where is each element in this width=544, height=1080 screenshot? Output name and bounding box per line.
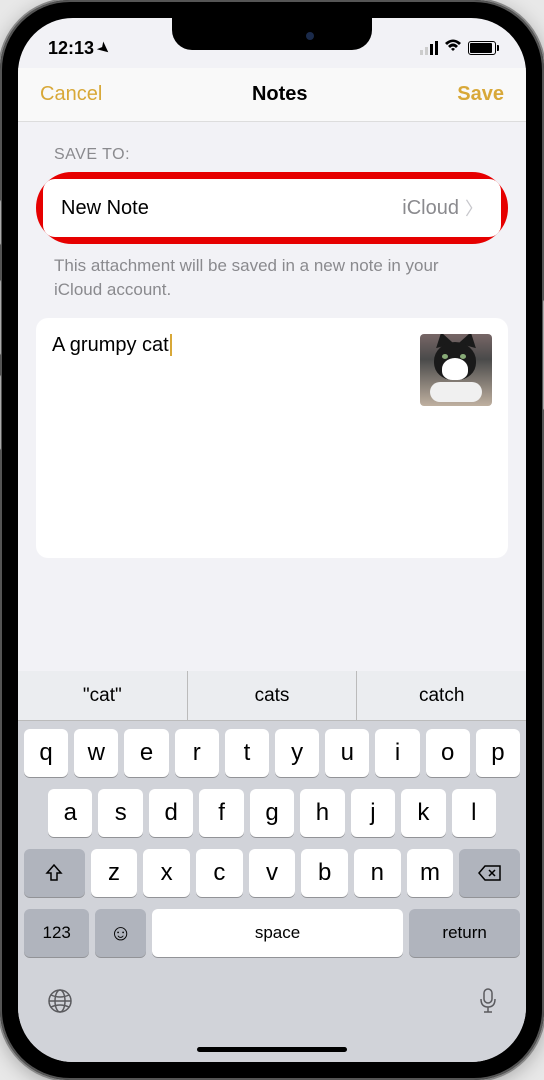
key-h[interactable]: h — [300, 789, 344, 837]
destination-label: iCloud — [402, 197, 459, 220]
screen: 12:13 ➤ Cancel Notes Save SAVE TO: — [18, 18, 526, 1062]
key-z[interactable]: z — [91, 849, 138, 897]
notch — [172, 18, 372, 50]
nav-header: Cancel Notes Save — [18, 68, 526, 122]
phone-frame: 12:13 ➤ Cancel Notes Save SAVE TO: — [0, 0, 544, 1080]
location-icon: ➤ — [94, 38, 114, 59]
key-row-3: z x c v b n m — [24, 849, 520, 897]
key-w[interactable]: w — [74, 729, 118, 777]
key-m[interactable]: m — [407, 849, 454, 897]
key-q[interactable]: q — [24, 729, 68, 777]
text-cursor — [170, 334, 172, 356]
save-to-destination: iCloud 〉 — [402, 195, 483, 221]
note-text-content: A grumpy cat — [52, 334, 169, 356]
key-numeric[interactable]: 123 — [24, 909, 89, 957]
cancel-button[interactable]: Cancel — [40, 83, 102, 106]
wifi-icon — [444, 38, 462, 58]
suggestion-3[interactable]: catch — [357, 671, 526, 720]
status-right — [420, 38, 496, 58]
suggestion-2[interactable]: cats — [188, 671, 358, 720]
key-backspace[interactable] — [459, 849, 520, 897]
highlight-annotation: New Note iCloud 〉 — [36, 172, 508, 244]
key-c[interactable]: c — [196, 849, 243, 897]
suggestion-bar: "cat" cats catch — [18, 671, 526, 721]
save-button[interactable]: Save — [457, 83, 504, 106]
key-n[interactable]: n — [354, 849, 401, 897]
dictation-icon[interactable] — [478, 987, 498, 1022]
key-r[interactable]: r — [175, 729, 219, 777]
key-v[interactable]: v — [249, 849, 296, 897]
key-row-4: 123 ☺ space return — [24, 909, 520, 957]
page-title: Notes — [252, 83, 308, 106]
content-area: SAVE TO: New Note iCloud 〉 This attachme… — [18, 122, 526, 558]
key-f[interactable]: f — [199, 789, 243, 837]
key-x[interactable]: x — [143, 849, 190, 897]
note-editor[interactable]: A grumpy cat — [36, 318, 508, 558]
key-u[interactable]: u — [325, 729, 369, 777]
status-left: 12:13 ➤ — [48, 38, 110, 59]
key-i[interactable]: i — [375, 729, 419, 777]
keyboard-footer — [18, 973, 526, 1022]
cellular-icon — [420, 41, 438, 55]
key-b[interactable]: b — [301, 849, 348, 897]
key-a[interactable]: a — [48, 789, 92, 837]
key-row-2: a s d f g h j k l — [24, 789, 520, 837]
section-label: SAVE TO: — [36, 146, 508, 164]
key-p[interactable]: p — [476, 729, 520, 777]
battery-icon — [468, 41, 496, 55]
backspace-icon — [478, 864, 502, 882]
globe-icon[interactable] — [46, 987, 74, 1022]
suggestion-1[interactable]: "cat" — [18, 671, 188, 720]
key-s[interactable]: s — [98, 789, 142, 837]
key-g[interactable]: g — [250, 789, 294, 837]
key-k[interactable]: k — [401, 789, 445, 837]
key-d[interactable]: d — [149, 789, 193, 837]
key-return[interactable]: return — [409, 909, 520, 957]
key-t[interactable]: t — [225, 729, 269, 777]
status-time: 12:13 — [48, 38, 94, 59]
key-o[interactable]: o — [426, 729, 470, 777]
volume-down-button — [0, 375, 1, 450]
key-shift[interactable] — [24, 849, 85, 897]
mute-switch — [0, 200, 1, 245]
shift-icon — [44, 863, 64, 883]
emoji-icon: ☺ — [109, 920, 131, 946]
save-destination-row[interactable]: New Note iCloud 〉 — [43, 179, 501, 237]
chevron-right-icon: 〉 — [465, 195, 483, 221]
key-l[interactable]: l — [452, 789, 496, 837]
volume-up-button — [0, 280, 1, 355]
attachment-thumbnail[interactable] — [420, 334, 492, 406]
key-j[interactable]: j — [351, 789, 395, 837]
key-emoji[interactable]: ☺ — [95, 909, 145, 957]
save-to-title: New Note — [61, 197, 149, 220]
key-row-1: q w e r t y u i o p — [24, 729, 520, 777]
helper-text: This attachment will be saved in a new n… — [36, 248, 508, 318]
key-space[interactable]: space — [152, 909, 404, 957]
note-text-input[interactable]: A grumpy cat — [52, 334, 172, 357]
home-indicator[interactable] — [197, 1047, 347, 1052]
key-y[interactable]: y — [275, 729, 319, 777]
key-e[interactable]: e — [124, 729, 168, 777]
keyboard: "cat" cats catch q w e r t y u i o p — [18, 671, 526, 1062]
